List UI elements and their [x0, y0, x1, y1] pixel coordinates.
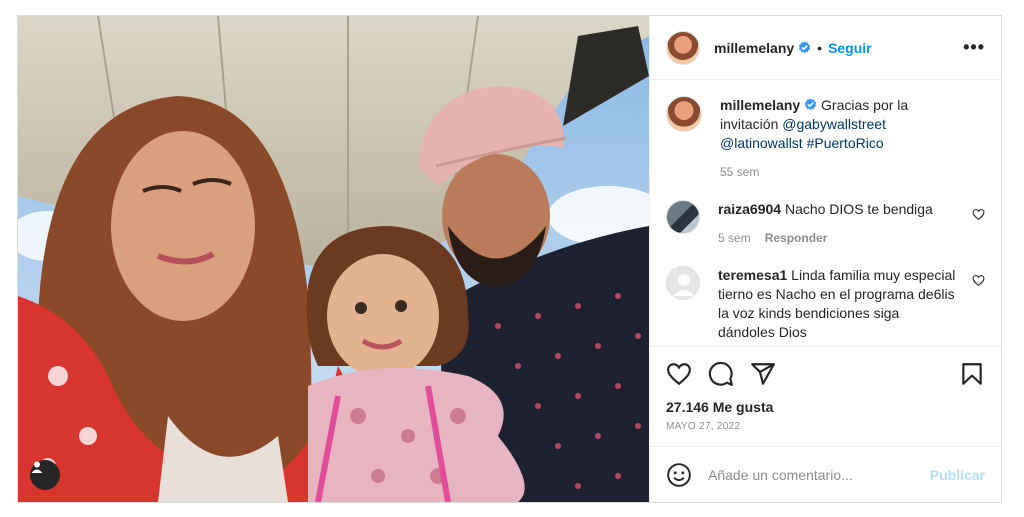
- comments-list[interactable]: millemelany Gracias por la invitación @g…: [650, 80, 1001, 346]
- comment-avatar[interactable]: [666, 200, 700, 234]
- default-avatar-icon: [673, 274, 695, 296]
- reply-button[interactable]: Responder: [765, 231, 828, 245]
- add-comment-bar: Publicar: [650, 446, 1001, 502]
- comment-item: raiza6904 Nacho DIOS te bendiga 5 sem Res…: [666, 200, 985, 248]
- comment-like-heart-icon[interactable]: [972, 208, 985, 221]
- emoji-icon[interactable]: [666, 462, 692, 488]
- caption: millemelany Gracias por la invitación @g…: [666, 96, 985, 182]
- author-username[interactable]: millemelany: [714, 40, 794, 56]
- comment-text: Nacho DIOS te bendiga: [784, 201, 933, 217]
- caption-avatar[interactable]: [666, 96, 702, 132]
- heart-icon[interactable]: [666, 361, 692, 387]
- user-tag-icon: [31, 461, 43, 473]
- comment-avatar[interactable]: [666, 266, 700, 300]
- instagram-post: millemelany • Seguir ••• millemelany Gra…: [17, 15, 1002, 503]
- comment-item: teremesa1 Linda familia muy especial tie…: [666, 266, 985, 342]
- caption-time[interactable]: 55 sem: [720, 165, 759, 179]
- more-options-button[interactable]: •••: [963, 37, 985, 58]
- publish-button[interactable]: Publicar: [930, 467, 985, 483]
- comment-time[interactable]: 5 sem: [718, 231, 751, 245]
- family-selfie-image: [18, 16, 649, 502]
- follow-button[interactable]: Seguir: [828, 40, 872, 56]
- comment-username[interactable]: teremesa1: [718, 267, 787, 283]
- author-avatar[interactable]: [666, 30, 700, 65]
- verified-badge-icon: [799, 41, 811, 54]
- bookmark-icon[interactable]: [959, 361, 985, 387]
- post-actions: 27.146 Me gusta MAYO 27, 2022: [650, 346, 1001, 446]
- user-tag-button[interactable]: [30, 460, 60, 490]
- comment-username[interactable]: raiza6904: [718, 201, 781, 217]
- caption-hashtag-puertorico[interactable]: #PuertoRico: [807, 135, 884, 151]
- post-header: millemelany • Seguir •••: [650, 16, 1001, 80]
- header-separator: •: [817, 39, 823, 56]
- likes-count[interactable]: 27.146 Me gusta: [666, 399, 985, 415]
- post-date: MAYO 27, 2022: [666, 421, 741, 432]
- send-icon[interactable]: [750, 361, 776, 387]
- verified-badge-icon: [805, 98, 817, 111]
- post-photo[interactable]: [18, 16, 649, 502]
- caption-mention-latinowallst[interactable]: @latinowallst: [720, 135, 803, 151]
- caption-mention-gabywallstreet[interactable]: @gabywallstreet: [782, 116, 886, 132]
- comment-input[interactable]: [708, 466, 930, 483]
- post-side-panel: millemelany • Seguir ••• millemelany Gra…: [649, 16, 1001, 502]
- comment-icon[interactable]: [708, 361, 734, 387]
- comment-like-heart-icon[interactable]: [972, 274, 985, 287]
- caption-username[interactable]: millemelany: [720, 97, 800, 113]
